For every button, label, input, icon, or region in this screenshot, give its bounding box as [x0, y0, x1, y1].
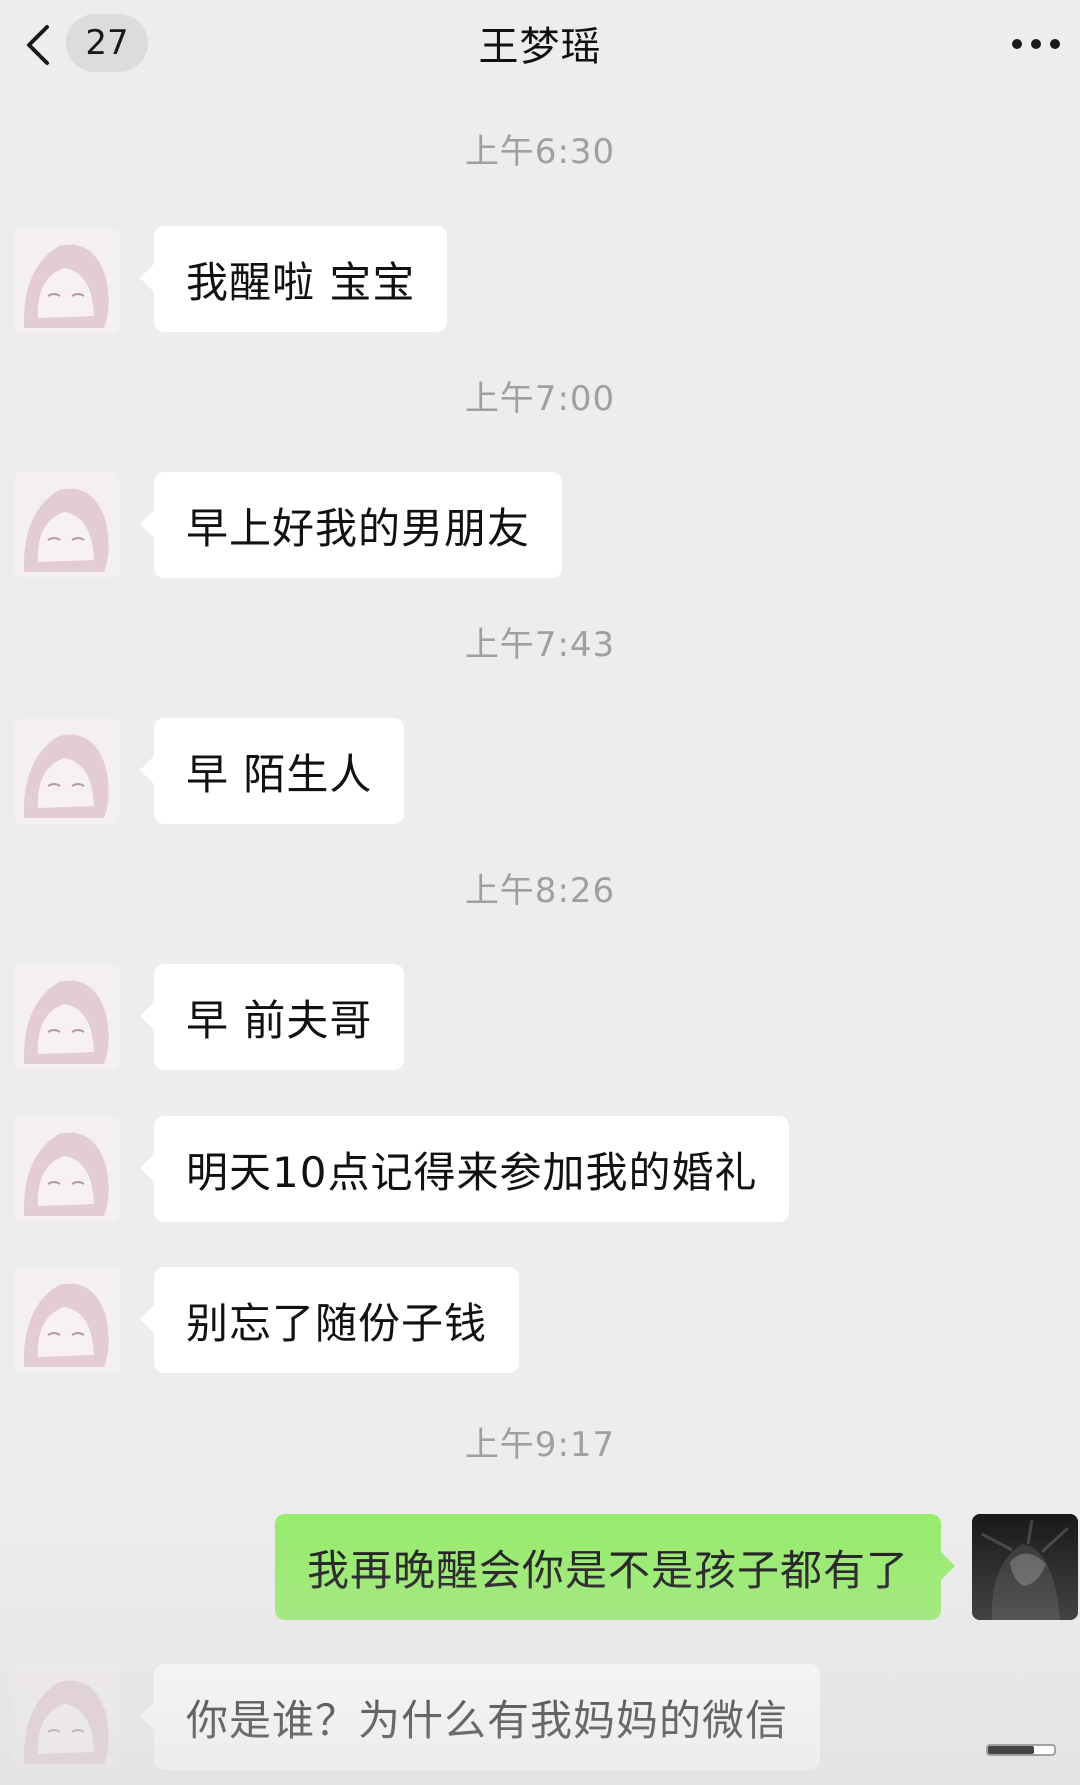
anime-girl-avatar-icon: [14, 1267, 120, 1373]
incoming-message[interactable]: 你是谁？为什么有我妈妈的微信: [139, 1664, 821, 1770]
contact-avatar[interactable]: [14, 1267, 120, 1373]
progress-bars-icon: [986, 1744, 1056, 1756]
timestamp: 上午6:30: [464, 132, 616, 172]
more-dots-icon: [1012, 39, 1060, 49]
incoming-message[interactable]: 早上好我的男朋友: [139, 472, 563, 578]
anime-girl-avatar-icon: [14, 1116, 120, 1222]
contact-avatar[interactable]: [14, 964, 120, 1070]
anime-girl-avatar-icon: [14, 472, 120, 578]
incoming-message[interactable]: 我醒啦 宝宝: [139, 226, 448, 332]
contact-avatar[interactable]: [14, 472, 120, 578]
anime-girl-avatar-icon: [14, 228, 120, 334]
incoming-message[interactable]: 别忘了随份子钱: [139, 1267, 520, 1373]
video-progress-indicator: [986, 1737, 1056, 1763]
outgoing-message[interactable]: 我再晚醒会你是不是孩子都有了: [274, 1514, 956, 1620]
incoming-message[interactable]: 早 陌生人: [139, 718, 405, 824]
anime-girl-avatar-icon: [14, 718, 120, 824]
timestamp: 上午9:17: [464, 1425, 616, 1465]
timestamp: 上午7:00: [464, 379, 616, 419]
my-avatar[interactable]: [972, 1514, 1078, 1620]
contact-avatar[interactable]: [14, 718, 120, 824]
more-button[interactable]: [1006, 24, 1066, 64]
contact-avatar[interactable]: [14, 228, 120, 334]
anime-girl-avatar-icon: [14, 964, 120, 1070]
incoming-message[interactable]: 明天10点记得来参加我的婚礼: [139, 1116, 790, 1222]
contact-avatar[interactable]: [14, 1116, 120, 1222]
incoming-message[interactable]: 早 前夫哥: [139, 964, 405, 1070]
chat-title: 王梦瑶: [478, 24, 602, 70]
timestamp: 上午8:26: [464, 871, 616, 911]
contact-avatar[interactable]: [14, 1664, 120, 1770]
timestamp: 上午7:43: [464, 625, 616, 665]
anime-girl-avatar-icon: [14, 1664, 120, 1770]
chat-header: 27 王梦瑶: [0, 0, 1080, 90]
dark-portrait-avatar-icon: [972, 1514, 1078, 1620]
